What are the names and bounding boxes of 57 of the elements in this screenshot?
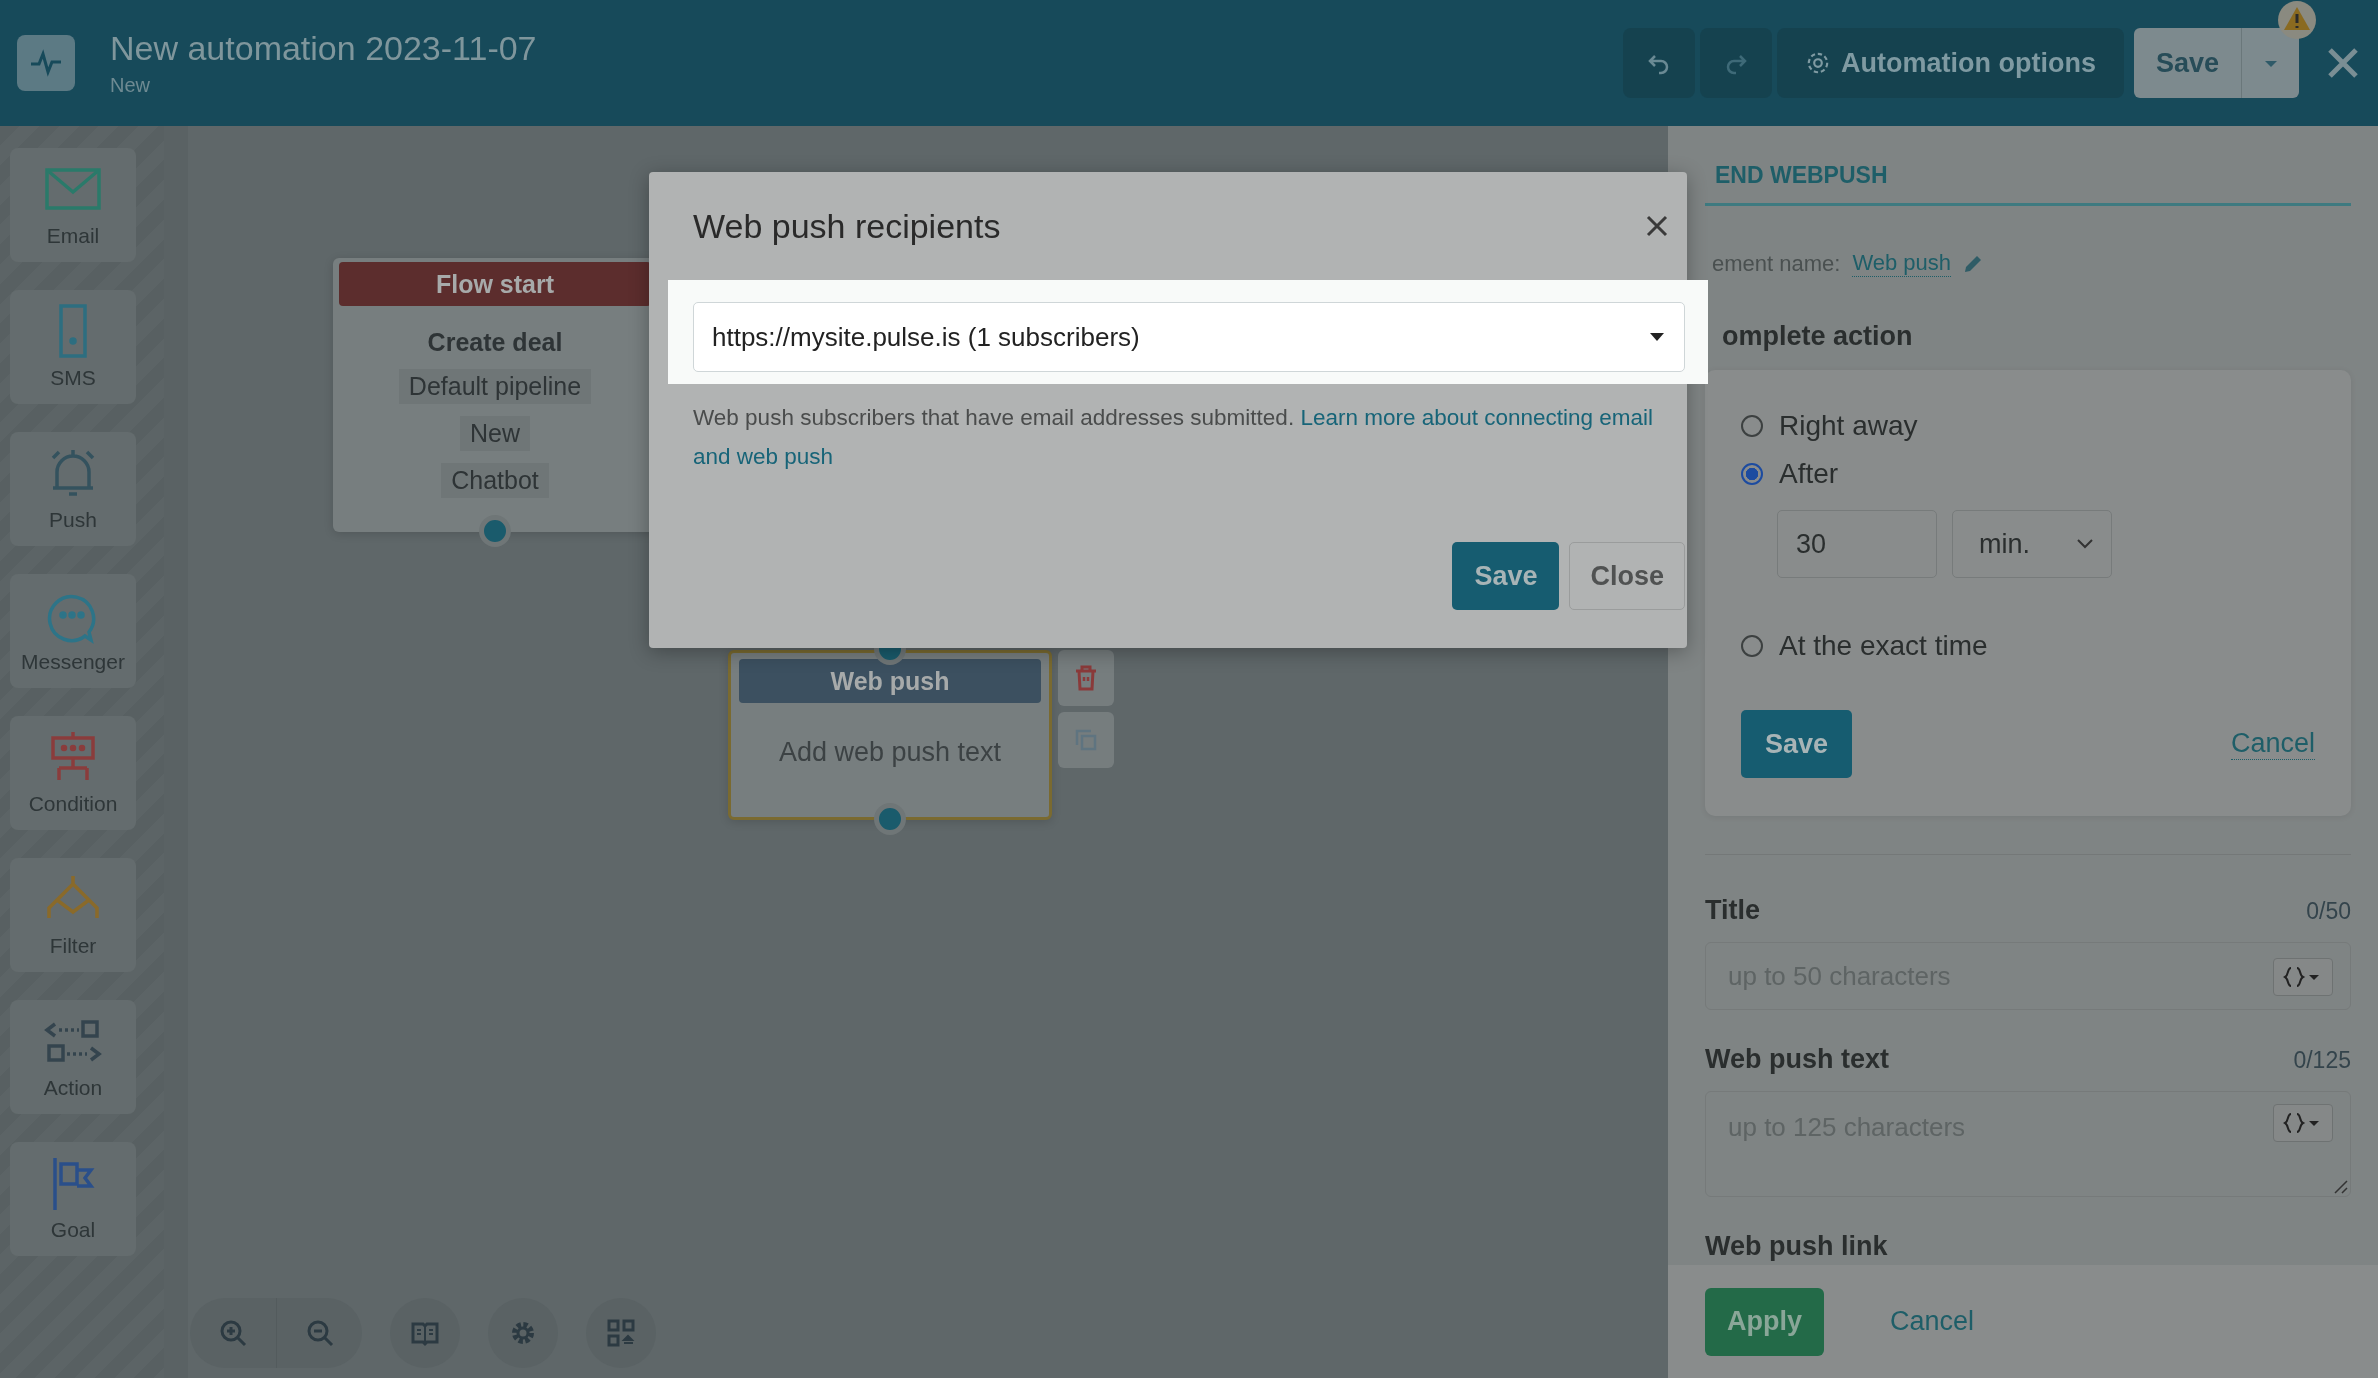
caret-icon — [2263, 59, 2278, 68]
save-button[interactable]: Save — [2133, 28, 2241, 98]
timing-option[interactable]: After — [1741, 450, 2315, 498]
timing-option[interactable]: At the exact time — [1741, 622, 2315, 670]
radio-button[interactable] — [1741, 635, 1763, 657]
undo-button[interactable] — [1622, 28, 1695, 98]
connector-dot[interactable] — [874, 803, 906, 835]
save-button[interactable]: Save — [1452, 542, 1560, 610]
resize-grip-icon[interactable] — [2332, 1178, 2348, 1194]
apply-button[interactable]: Apply — [1705, 1287, 1824, 1356]
section-heading: omplete action — [1722, 321, 1914, 352]
node-title: Create deal — [427, 328, 563, 357]
save-options-button[interactable] — [2241, 28, 2299, 98]
pencil-icon[interactable] — [1963, 253, 1984, 274]
node-tag: New — [460, 416, 530, 451]
duplicate-button[interactable] — [1058, 712, 1114, 768]
automation-options-button[interactable]: Automation options — [1776, 28, 2124, 98]
save-button[interactable]: Save — [1741, 710, 1853, 778]
field-label: Title — [1705, 895, 1760, 926]
unit-select[interactable]: min. — [1952, 510, 2112, 578]
timing-option[interactable]: Right away — [1741, 402, 2315, 450]
cancel-link[interactable]: Cancel — [2230, 728, 2315, 760]
automation-status: New — [110, 74, 151, 97]
dialog-title: Web push recipients — [693, 206, 1001, 246]
close-button[interactable]: Close — [1569, 542, 1685, 610]
delay-input[interactable]: 30 — [1777, 510, 1937, 578]
element-name-link[interactable]: Web push — [1852, 250, 1952, 277]
cancel-link[interactable]: Cancel — [1890, 1306, 1975, 1337]
redo-button[interactable] — [1699, 28, 1772, 98]
field-label: Web push text — [1705, 1044, 1890, 1075]
variable-insert-button[interactable] — [2273, 958, 2333, 996]
variable-insert-button[interactable] — [2273, 1104, 2333, 1142]
character-counter: 0/50 — [2306, 898, 2351, 925]
caret-icon — [1650, 333, 1664, 341]
node-tag: Default pipeline — [398, 369, 592, 404]
trash-icon — [1074, 665, 1098, 691]
node-header: Web push — [739, 659, 1041, 703]
radio-button[interactable] — [1741, 415, 1763, 437]
pulse-logo-icon — [17, 35, 75, 91]
close-icon — [2326, 46, 2360, 80]
recipients-select[interactable]: https://mysite.pulse.is (1 subscribers) — [693, 302, 1685, 372]
web-push-node[interactable]: Web push Add web push text — [728, 650, 1052, 820]
connector-dot[interactable] — [479, 515, 511, 547]
panel-heading: END WEBPUSH — [1705, 162, 2351, 206]
zoom-in-icon — [218, 1318, 248, 1348]
automation-title: New automation 2023-11-07 — [110, 29, 537, 68]
node-tag: Chatbot — [441, 463, 549, 498]
help-text: Web push subscribers that have email addresses submitted. Learn more about connecting email and web push — [693, 404, 1655, 471]
radio-button[interactable] — [1741, 463, 1763, 485]
node-text: Add web push text — [778, 737, 1002, 768]
warning-icon — [2275, 0, 2319, 40]
character-counter: 0/125 — [2293, 1047, 2351, 1074]
delete-button[interactable] — [1058, 650, 1114, 706]
node-header: Flow start — [339, 262, 651, 306]
close-icon — [1646, 215, 1668, 237]
field-label: Web push link — [1705, 1231, 1888, 1262]
chevron-down-icon — [2077, 539, 2093, 549]
